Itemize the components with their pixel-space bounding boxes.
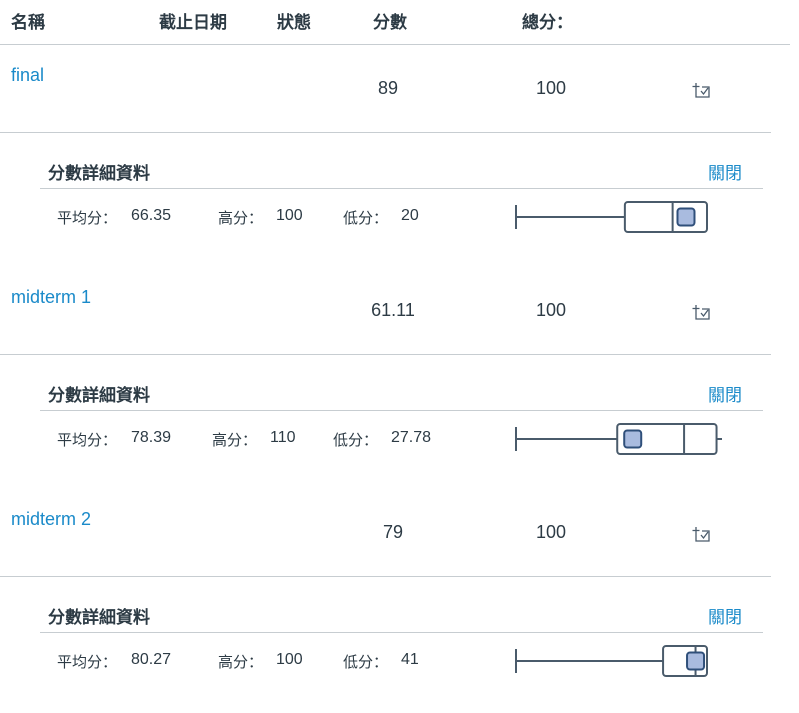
details-divider [40, 632, 763, 633]
high-label: 高分： [212, 431, 258, 449]
mean-label: 平均分： [57, 653, 118, 671]
row-divider [0, 576, 771, 577]
high-value: 100 [276, 207, 303, 224]
score-details-icon[interactable] [688, 519, 716, 547]
low-label: 低分： [333, 431, 379, 449]
assignment-score: 79 [382, 522, 404, 542]
column-header-score[interactable]: 分數 [373, 8, 407, 33]
assignment-link[interactable]: final [11, 65, 44, 86]
low-value: 41 [401, 651, 419, 668]
assignment-row-midterm-1: midterm 1 61.11 100 分數詳細資料 關閉 平均分： 78.39… [0, 269, 799, 491]
assignment-row-midterm-2: midterm 2 79 100 分數詳細資料 關閉 平均分： 80.27 高分… [0, 491, 799, 713]
assignment-link[interactable]: midterm 2 [11, 509, 91, 530]
score-details-icon[interactable] [688, 75, 716, 103]
low-label: 低分： [343, 209, 389, 227]
close-details-link[interactable]: 關閉 [708, 603, 742, 628]
column-header-name[interactable]: 名稱 [11, 8, 45, 33]
header-divider [0, 44, 790, 45]
close-details-link[interactable]: 關閉 [708, 381, 742, 406]
close-details-link[interactable]: 關閉 [708, 159, 742, 184]
score-details-title: 分數詳細資料 [48, 386, 150, 406]
low-value: 27.78 [391, 429, 432, 446]
mean-value: 78.39 [131, 429, 172, 446]
column-header-due-date[interactable]: 截止日期 [159, 8, 227, 33]
high-value: 100 [276, 651, 303, 668]
row-divider [0, 132, 771, 133]
column-header-total[interactable]: 總分： [522, 8, 573, 33]
low-label: 低分： [343, 653, 389, 671]
score-boxplot [512, 641, 722, 681]
assignment-link[interactable]: midterm 1 [11, 287, 91, 308]
assignment-total: 100 [535, 78, 567, 98]
assignment-row-final: final 89 100 分數詳細資料 關閉 平均分： 66.35 高分： 10… [0, 47, 799, 269]
assignment-score: 61.11 [371, 300, 415, 320]
row-divider [0, 354, 771, 355]
mean-label: 平均分： [57, 431, 118, 449]
score-details-title: 分數詳細資料 [48, 164, 150, 184]
score-boxplot [512, 419, 722, 459]
boxplot-chart [515, 423, 722, 455]
assignment-total: 100 [535, 522, 567, 542]
your-score-marker [676, 207, 696, 227]
assignment-score: 89 [377, 78, 399, 98]
your-score-marker [623, 429, 643, 449]
score-boxplot [512, 197, 722, 237]
boxplot-chart [515, 201, 708, 233]
mean-value: 80.27 [131, 651, 172, 668]
boxplot-chart [515, 645, 709, 677]
low-value: 20 [401, 207, 419, 224]
mean-label: 平均分： [57, 209, 118, 227]
mean-value: 66.35 [131, 207, 172, 224]
high-label: 高分： [218, 209, 264, 227]
high-value: 110 [270, 429, 296, 446]
your-score-marker [686, 651, 706, 671]
score-details-icon[interactable] [688, 297, 716, 325]
assignment-total: 100 [535, 300, 567, 320]
details-divider [40, 410, 763, 411]
high-label: 高分： [218, 653, 264, 671]
score-details-title: 分數詳細資料 [48, 608, 150, 628]
details-divider [40, 188, 763, 189]
column-header-status[interactable]: 狀態 [277, 8, 311, 33]
